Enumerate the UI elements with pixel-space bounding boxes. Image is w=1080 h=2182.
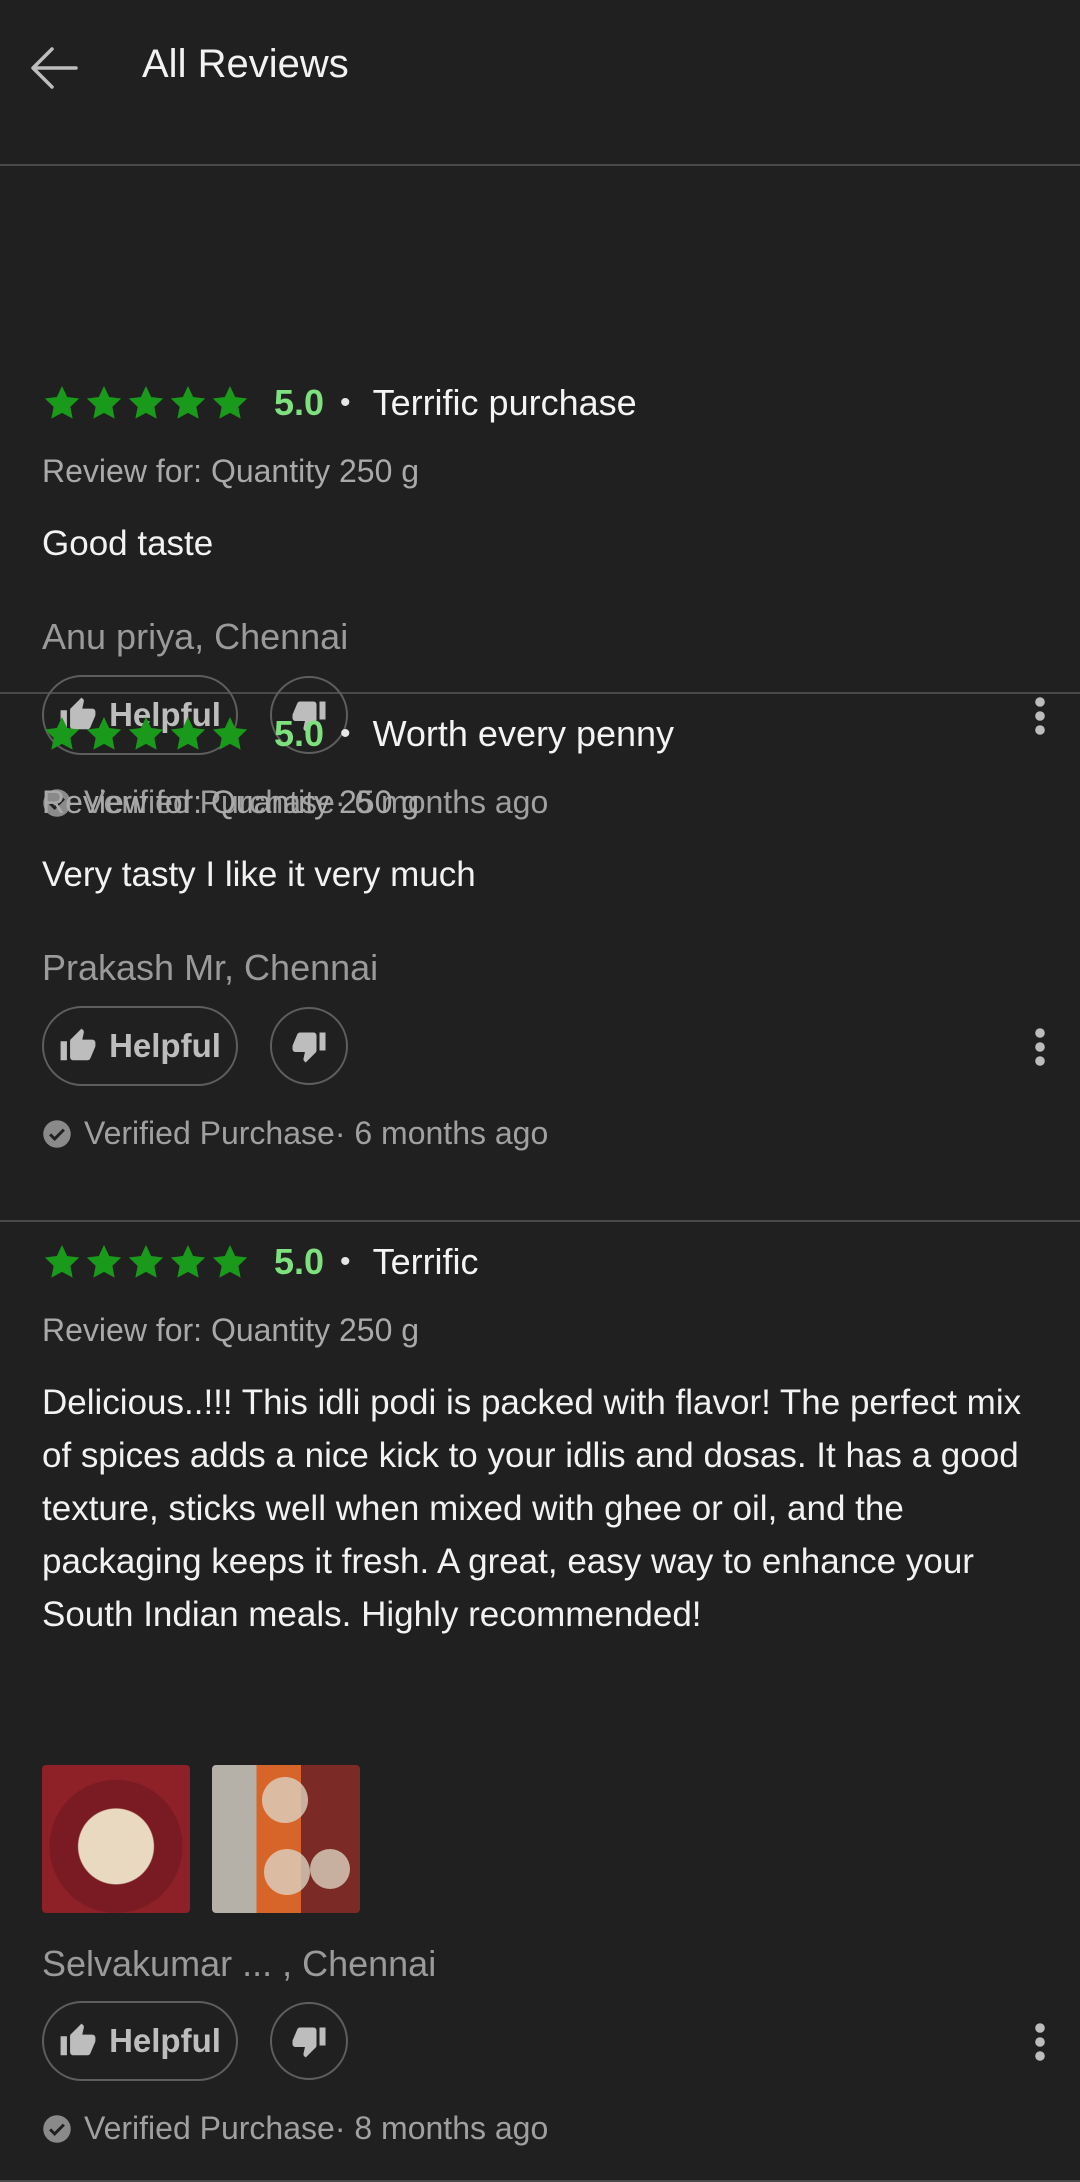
review-card: 5.0 • Terrific Review for: Quantity 250 …: [0, 1222, 1080, 2182]
verified-text: Verified Purchase· 6 months ago: [84, 1115, 549, 1151]
review-title: Terrific: [372, 1241, 479, 1282]
star-icon: [168, 1242, 208, 1282]
review-photos: [42, 1765, 360, 1913]
thumbs-up-icon: [59, 1027, 97, 1065]
star-icon: [210, 1242, 250, 1282]
verified-text: Verified Purchase· 8 months ago: [84, 2110, 549, 2146]
thumbs-down-icon: [291, 2023, 327, 2059]
review-body: Very tasty I like it very much: [42, 855, 476, 894]
rating-value: 5.0: [274, 713, 325, 754]
rating-row: 5.0 • Terrific: [42, 1237, 479, 1287]
star-rating: [42, 1242, 250, 1282]
verified-purchase: Verified Purchase· 8 months ago: [42, 2110, 548, 2147]
star-icon: [42, 714, 82, 754]
star-icon: [210, 714, 250, 754]
rating-row: 5.0 • Terrific purchase: [42, 378, 637, 428]
helpful-button[interactable]: Helpful: [42, 1006, 238, 1086]
rating-value: 5.0: [274, 1241, 325, 1282]
star-icon: [126, 714, 166, 754]
review-title: Worth every penny: [372, 713, 675, 754]
thumbs-up-icon: [59, 2022, 97, 2060]
not-helpful-button[interactable]: [270, 1007, 348, 1085]
review-card: 5.0 • Terrific purchase Review for: Quan…: [0, 166, 1080, 820]
more-options-icon[interactable]: [1034, 1027, 1046, 1067]
review-author: Anu priya, Chennai: [42, 616, 349, 657]
star-icon: [126, 1242, 166, 1282]
thumbs-down-icon: [291, 1028, 327, 1064]
star-rating: [42, 383, 250, 423]
review-photo[interactable]: [212, 1765, 360, 1913]
star-icon: [168, 383, 208, 423]
star-icon: [42, 383, 82, 423]
rating-row: 5.0 • Worth every penny: [42, 709, 674, 759]
verified-check-icon: [42, 2114, 72, 2144]
helpful-button[interactable]: Helpful: [42, 2001, 238, 2081]
back-arrow-icon[interactable]: [26, 40, 82, 96]
helpful-label: Helpful: [109, 2022, 221, 2059]
star-icon: [84, 383, 124, 423]
rating-value: 5.0: [274, 382, 325, 423]
review-variant: Review for: Quantity 250 g: [42, 453, 420, 489]
star-icon: [42, 1242, 82, 1282]
star-icon: [210, 383, 250, 423]
review-author: Prakash Mr, Chennai: [42, 947, 379, 988]
review-body: Good taste: [42, 524, 214, 563]
star-icon: [126, 383, 166, 423]
separator-dot: •: [340, 717, 351, 750]
review-author: Selvakumar ... , Chennai: [42, 1943, 437, 1984]
review-variant: Review for: Quantity 250 g: [42, 784, 420, 820]
not-helpful-button[interactable]: [270, 2002, 348, 2080]
separator-dot: •: [340, 1245, 351, 1278]
star-icon: [84, 714, 124, 754]
verified-purchase: Verified Purchase· 6 months ago: [42, 1115, 548, 1152]
review-title: Terrific purchase: [372, 382, 637, 423]
star-rating: [42, 714, 250, 754]
star-icon: [168, 714, 208, 754]
verified-check-icon: [42, 1119, 72, 1149]
review-body: Delicious..!!! This idli podi is packed …: [42, 1383, 1022, 1634]
review-card: 5.0 • Worth every penny Review for: Quan…: [0, 694, 1080, 1222]
app-header: All Reviews: [0, 0, 1080, 166]
separator-dot: •: [340, 386, 351, 419]
page-title: All Reviews: [142, 42, 349, 86]
review-variant: Review for: Quantity 250 g: [42, 1312, 420, 1348]
review-photo[interactable]: [42, 1765, 190, 1913]
more-options-icon[interactable]: [1034, 2022, 1046, 2062]
star-icon: [84, 1242, 124, 1282]
helpful-label: Helpful: [109, 1027, 221, 1064]
